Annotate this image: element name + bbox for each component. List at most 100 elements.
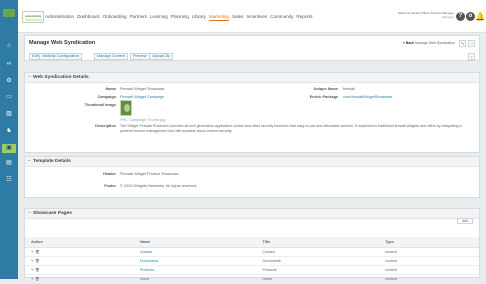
- page-type-cell: content: [379, 256, 479, 266]
- page-name-link[interactable]: Products: [140, 268, 154, 272]
- column-header-name[interactable]: Name: [133, 237, 257, 248]
- page-type-cell: content: [379, 265, 479, 275]
- breadcrumb[interactable]: « Back Manage Web Syndication: [403, 41, 455, 45]
- nav-planning[interactable]: Planning: [171, 13, 189, 21]
- binoculars-icon[interactable]: ∞: [5, 61, 13, 67]
- unique-name-label: Unique Name: [313, 87, 338, 91]
- page-type-cell: content: [379, 247, 479, 257]
- home-icon[interactable]: ⌂: [5, 43, 13, 49]
- row-actions: ✎ 🗑: [25, 247, 134, 257]
- visibility-configuration-button[interactable]: Visibility Configuration: [39, 53, 83, 60]
- description-text: The Widget Firewall Protection provides …: [120, 124, 462, 133]
- nav-library[interactable]: Library: [192, 13, 206, 21]
- edit-icon[interactable]: ✎: [31, 259, 34, 263]
- edit-icon[interactable]: ✎: [31, 268, 34, 272]
- row-actions: ✎ 🗑: [25, 256, 134, 266]
- page-header: Manage Web Syndication Edit Visibility C…: [24, 35, 480, 61]
- nav-onboarding[interactable]: Onboarding: [103, 13, 127, 21]
- left-navigation: ⌂ ∞ ⚙ ▭ ▥ ♞ ▣ ▤ ☷: [0, 0, 18, 279]
- details-header: − Web Syndication Details: [25, 73, 479, 83]
- page-name-link[interactable]: Documents: [140, 259, 158, 263]
- campaign-label: Campaign: [97, 95, 116, 99]
- delete-icon[interactable]: 🗑: [35, 259, 40, 263]
- gift-icon[interactable]: ▣: [2, 144, 16, 153]
- header-label: Header: [103, 172, 116, 176]
- table-body: ✎ 🗑 Contact Contact content ✎ 🗑 Documents Docu…: [25, 247, 479, 284]
- template-details: − Template Details Header Firewall Widget…: [24, 156, 480, 198]
- column-header-action[interactable]: Action: [25, 237, 134, 248]
- page-title: Manage Web Syndication: [29, 40, 96, 46]
- back-link[interactable]: « Back: [403, 41, 414, 45]
- footer-label: Footer: [104, 184, 116, 188]
- expand-icon[interactable]: □: [468, 40, 475, 47]
- top-navigation: emarketing Administration Dashboard Onboar…: [18, 0, 486, 33]
- logo-icon: [3, 9, 15, 17]
- breadcrumb-current: Manage Web Syndication: [415, 41, 455, 45]
- chart-icon[interactable]: ▥: [5, 111, 13, 117]
- main-menu: Administration Dashboard Onboarding Partner…: [45, 13, 313, 21]
- nav-learning[interactable]: Learning: [150, 13, 168, 21]
- nav-sales[interactable]: Sales: [232, 13, 244, 21]
- showcase-pages: − Showcase Pages Add Action Name Title Type …: [24, 208, 480, 284]
- template-title: Template Details: [33, 159, 71, 164]
- row-actions: ✎ 🗑: [25, 265, 134, 275]
- thumbnail-caption: PRC Campaign Thumb.jpg: [120, 118, 166, 122]
- add-page-button[interactable]: Add: [457, 218, 473, 224]
- edit-icon[interactable]: ✎: [31, 250, 34, 254]
- name-label: Name: [105, 87, 116, 91]
- zip-label: Enrich Package: [309, 95, 338, 99]
- delete-icon[interactable]: 🗑: [35, 250, 40, 254]
- table-header-row: Action Name Title Type: [25, 237, 479, 248]
- nav-incentives[interactable]: Incentives: [246, 13, 267, 21]
- column-header-title[interactable]: Title: [256, 237, 380, 248]
- nav-marketing[interactable]: Marketing: [208, 13, 229, 21]
- help-icon[interactable]: ?: [456, 12, 465, 21]
- campaign-link[interactable]: Firewall Widget Campaign: [120, 95, 164, 99]
- showcase-table: Action Name Title Type ✎ 🗑 Contact Contact con…: [25, 237, 479, 284]
- table-row: ✎ 🗑 Contact Contact content: [25, 247, 479, 257]
- nav-reports[interactable]: Reports: [296, 13, 312, 21]
- notification-icon[interactable]: 🔔: [475, 12, 485, 22]
- nav-dashboard[interactable]: Dashboard: [77, 13, 99, 21]
- settings-icon[interactable]: ⚙: [5, 78, 13, 84]
- users-icon[interactable]: ♞: [5, 128, 13, 134]
- web-syndication-details: − Web Syndication Details Name Firewall W…: [24, 72, 480, 153]
- table-row: ✎ 🗑 Documents Documents content: [25, 256, 479, 266]
- window-icon[interactable]: ▤: [5, 160, 13, 166]
- pin-icon[interactable]: ✎: [459, 40, 466, 47]
- thumbnail-label: Thumbnail Image: [84, 103, 116, 107]
- next-icon[interactable]: >: [468, 53, 475, 60]
- unique-name-value: firewall: [343, 87, 355, 91]
- header-value: Firewall Widget Product Showcase: [120, 172, 179, 176]
- footer-value: © 2020 Widgets Networks. All rights rese…: [120, 184, 198, 188]
- delete-icon[interactable]: 🗑: [35, 268, 40, 272]
- user-info: Welcome Global Offline Channel Manager M…: [372, 11, 454, 19]
- upload-zip-button[interactable]: Upload Zip: [149, 53, 174, 60]
- page-title-cell: Products: [256, 265, 380, 275]
- zip-link[interactable]: com.firewallWidgetShowcase: [343, 95, 392, 99]
- user-avatar[interactable]: o: [466, 12, 475, 21]
- template-header: − Template Details: [25, 157, 479, 167]
- preview-button[interactable]: Preview: [130, 53, 150, 60]
- collapse-icon[interactable]: −: [28, 209, 31, 219]
- nav-partners[interactable]: Partners: [130, 13, 147, 21]
- page-title-cell: Contact: [256, 247, 380, 257]
- nav-community[interactable]: Community: [270, 13, 293, 21]
- collapse-icon[interactable]: −: [28, 157, 31, 167]
- collapse-icon[interactable]: −: [28, 73, 31, 83]
- manage-content-button[interactable]: Manage Content: [94, 53, 129, 60]
- table-row: ✎ 🗑 Products Products content: [25, 265, 479, 275]
- description-label: Description: [95, 124, 116, 128]
- showcase-header: − Showcase Pages: [25, 209, 479, 219]
- details-title: Web Syndication Details: [33, 75, 89, 80]
- brand-text: emarketing: [25, 14, 42, 18]
- showcase-title: Showcase Pages: [33, 211, 72, 216]
- column-header-type[interactable]: Type: [379, 237, 479, 248]
- nav-administration[interactable]: Administration: [45, 13, 74, 21]
- page-name-link[interactable]: Contact: [140, 250, 152, 254]
- thumbnail-image[interactable]: [120, 100, 132, 116]
- name-value: Firewall Widget Showcase: [120, 87, 165, 91]
- document-icon[interactable]: ▭: [5, 94, 13, 100]
- sidebar-icon[interactable]: ☷: [5, 177, 13, 183]
- user-role: Manager: [442, 15, 454, 19]
